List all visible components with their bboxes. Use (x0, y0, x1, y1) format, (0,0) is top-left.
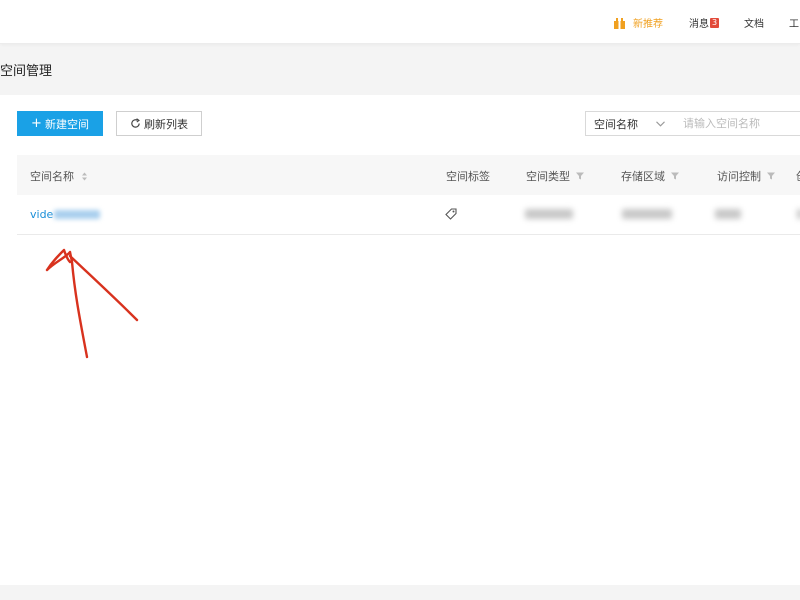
message-count-badge: 3 (710, 17, 720, 28)
filter-icon[interactable] (671, 172, 679, 180)
search-input[interactable] (673, 111, 800, 136)
create-bucket-label: 新建空间 (44, 117, 89, 131)
filter-icon[interactable] (576, 172, 584, 180)
column-header-created: 创 (796, 168, 800, 184)
page-title: 空间管理 (0, 64, 53, 79)
nav-docs-label: 文档 (744, 19, 764, 30)
table-header: 空间名称 空间标签 空间类型 存储区域 访问控制 (17, 155, 800, 195)
column-header-type-label: 空间类型 (526, 170, 570, 183)
tag-icon[interactable] (445, 208, 457, 220)
column-header-region[interactable]: 存储区域 (621, 168, 679, 184)
table-row[interactable]: vide (17, 195, 800, 235)
create-bucket-button[interactable]: + 新建空间 (17, 111, 103, 136)
bucket-acl-obscured (715, 209, 741, 219)
column-header-acl-label: 访问控制 (717, 170, 761, 183)
nav-messages-label: 消息 (689, 19, 709, 30)
plus-icon: + (31, 116, 42, 131)
bucket-list-panel: + 新建空间 刷新列表 空间名称 空间名称 空间标签 空间类型 (0, 95, 800, 585)
bucket-type-obscured (525, 209, 573, 219)
column-header-created-label: 创 (796, 168, 800, 184)
top-header: 新推荐 消息 3 文档 工 (0, 0, 800, 44)
column-header-acl[interactable]: 访问控制 (717, 168, 775, 184)
filter-icon[interactable] (767, 172, 775, 180)
nav-tools[interactable]: 工 (789, 15, 799, 30)
chevron-down-icon (656, 121, 665, 127)
search-field-select[interactable]: 空间名称 (585, 111, 674, 136)
nav-messages[interactable]: 消息 3 (689, 15, 720, 30)
column-header-type[interactable]: 空间类型 (526, 168, 584, 184)
nav-docs[interactable]: 文档 (744, 15, 764, 30)
nav-promo[interactable]: 新推荐 (614, 15, 663, 30)
bucket-region-obscured (622, 209, 672, 219)
sort-icon[interactable] (81, 172, 88, 181)
refresh-list-label: 刷新列表 (144, 117, 188, 131)
search-field-selected: 空间名称 (594, 117, 638, 131)
refresh-list-button[interactable]: 刷新列表 (116, 111, 202, 136)
column-header-tags-label: 空间标签 (446, 170, 490, 183)
nav-tools-label: 工 (789, 19, 799, 30)
column-header-name-label: 空间名称 (30, 170, 74, 183)
column-header-region-label: 存储区域 (621, 170, 665, 183)
column-header-name[interactable]: 空间名称 (30, 168, 88, 184)
refresh-icon (131, 118, 140, 128)
column-header-tags: 空间标签 (446, 168, 490, 184)
bucket-name-obscured (54, 210, 101, 219)
bucket-name-visible: vide (30, 208, 54, 221)
nav-promo-label: 新推荐 (633, 19, 663, 30)
gift-icon (614, 17, 625, 29)
bucket-name-link[interactable]: vide (30, 208, 101, 221)
